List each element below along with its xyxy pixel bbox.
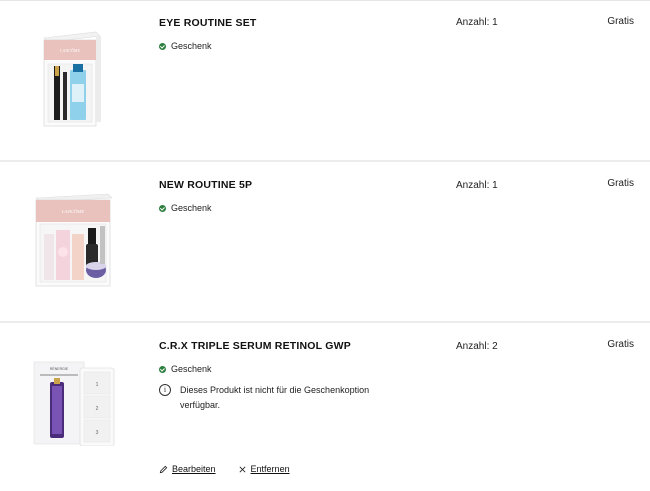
product-name: NEW ROUTINE 5P — [159, 179, 253, 191]
item-actions: Bearbeiten Entfernen — [159, 464, 312, 474]
product-name: C.R.X TRIPLE SERUM RETINOL GWP — [159, 340, 351, 352]
edit-button[interactable]: Bearbeiten — [159, 464, 216, 474]
quantity: Anzahl: 1 — [456, 180, 498, 191]
svg-text:LANCÔME: LANCÔME — [62, 209, 85, 214]
check-icon — [159, 42, 166, 50]
svg-text:2: 2 — [96, 406, 99, 412]
quantity: Anzahl: 2 — [456, 341, 498, 352]
product-image: LANCÔME — [30, 28, 120, 132]
notice-text: Dieses Produkt ist nicht für die Geschen… — [180, 385, 370, 410]
gift-label: Geschenk — [171, 364, 212, 374]
gift-label: Geschenk — [171, 203, 212, 213]
svg-text:1: 1 — [96, 382, 99, 388]
edit-label: Bearbeiten — [172, 464, 216, 474]
price: Gratis — [607, 339, 634, 350]
gift-badge: Geschenk — [159, 41, 212, 51]
price: Gratis — [607, 16, 634, 27]
gift-option-notice: i Dieses Produkt ist nicht für die Gesch… — [159, 383, 410, 413]
svg-text:3: 3 — [96, 430, 99, 436]
top-divider — [0, 0, 650, 1]
info-icon: i — [159, 384, 171, 396]
remove-label: Entfernen — [250, 464, 290, 474]
svg-text:RÉNERGIE: RÉNERGIE — [50, 366, 69, 371]
gift-badge: Geschenk — [159, 203, 212, 213]
remove-button[interactable]: Entfernen — [238, 464, 290, 474]
check-icon — [159, 204, 166, 212]
gift-label: Geschenk — [171, 41, 212, 51]
price: Gratis — [607, 178, 634, 189]
gift-badge: Geschenk — [159, 364, 212, 374]
product-image: RÉNERGIE 1 2 3 — [30, 358, 120, 447]
product-name: EYE ROUTINE SET — [159, 17, 257, 29]
svg-text:LANCÔME: LANCÔME — [60, 48, 80, 53]
quantity: Anzahl: 1 — [456, 17, 498, 28]
pencil-icon — [159, 465, 168, 473]
check-icon — [159, 365, 166, 373]
item-divider — [0, 321, 650, 323]
close-icon — [239, 466, 246, 472]
product-image: LANCÔME — [30, 190, 120, 288]
item-divider — [0, 160, 650, 162]
